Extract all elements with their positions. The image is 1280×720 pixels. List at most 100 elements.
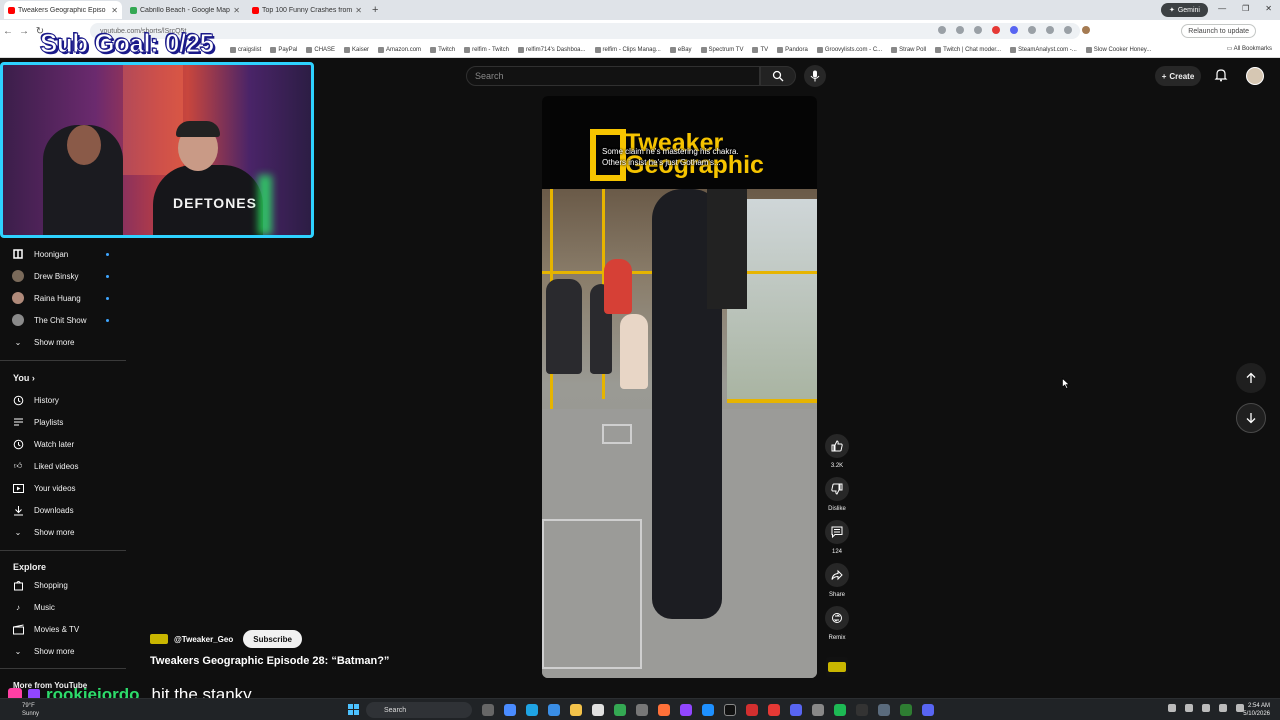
tab-close-icon[interactable]: ✕ — [233, 6, 240, 15]
bookmark-star-icon[interactable] — [974, 26, 982, 34]
edge-icon[interactable] — [526, 704, 538, 716]
search-button[interactable] — [760, 66, 796, 86]
extension-icon[interactable] — [992, 26, 1000, 34]
app-icon[interactable] — [812, 704, 824, 716]
bookmark-item[interactable]: craigslist — [230, 46, 261, 53]
network-icon[interactable] — [1202, 704, 1210, 712]
app-icon[interactable] — [636, 704, 648, 716]
zoom-icon[interactable] — [938, 26, 946, 34]
sidebar-item-drew-binsky[interactable]: Drew Binsky — [12, 268, 109, 284]
search-input[interactable]: Search — [466, 66, 760, 86]
tab-google-maps[interactable]: Cabrillo Beach - Google Maps ✕ — [126, 1, 244, 19]
bookmark-item[interactable]: Twitch | Chat moder... — [935, 46, 1001, 53]
sidebar-item-downloads[interactable]: Downloads — [12, 502, 74, 518]
remix-button[interactable]: Remix — [822, 606, 852, 641]
tab-tweakers-geographic[interactable]: Tweakers Geographic Episo ✕ — [4, 1, 122, 19]
bookmark-item[interactable]: Amazon.com — [378, 46, 421, 53]
sidebar-item-liked-videos[interactable]: 👍︎ Liked videos — [12, 458, 79, 474]
bookmark-item[interactable]: Groovylists.com - C... — [816, 46, 882, 53]
sidebar-item-history[interactable]: History — [12, 392, 59, 408]
extension-icon[interactable] — [1010, 26, 1018, 34]
spotify-icon[interactable] — [834, 704, 846, 716]
bookmark-item[interactable]: SteamAnalyst.com -... — [1010, 46, 1077, 53]
bookmark-item[interactable]: eBay — [669, 46, 692, 53]
dislike-button[interactable]: Dislike — [822, 477, 852, 512]
account-avatar[interactable] — [1246, 67, 1264, 85]
tray-chevron-icon[interactable] — [1168, 704, 1176, 712]
video-title[interactable]: Tweakers Geographic Episode 28: “Batman?… — [150, 655, 389, 667]
bookmark-item[interactable]: Straw Poll — [891, 46, 926, 53]
bookmark-item[interactable]: PayPal — [270, 46, 297, 53]
volume-icon[interactable] — [1219, 704, 1227, 712]
profile-avatar-icon[interactable] — [1082, 26, 1090, 34]
weather-widget[interactable]: 79°F Sunny — [22, 702, 39, 718]
gemini-button[interactable]: ✦ Gemini — [1160, 3, 1208, 17]
sidebar-item-raina-huang[interactable]: Raina Huang — [12, 290, 109, 306]
voice-search-button[interactable] — [804, 65, 826, 87]
taskbar-clock[interactable]: 2:54 AM 5/10/2026 — [1243, 702, 1270, 718]
relaunch-button[interactable]: Relaunch to update — [1181, 24, 1256, 38]
app-icon[interactable] — [878, 704, 890, 716]
app-icon[interactable] — [900, 704, 912, 716]
bookmark-item[interactable]: relfim - Clips Manag... — [594, 46, 661, 53]
show-more-you[interactable]: ⌄ Show more — [12, 524, 75, 540]
bookmark-item[interactable]: CHASE — [306, 46, 335, 53]
bookmark-item[interactable]: relfim - Twitch — [464, 46, 509, 53]
close-window-icon[interactable]: ✕ — [1265, 4, 1272, 13]
shorts-video-player[interactable]: Tweaker Geographic Some claim he's master… — [542, 96, 817, 678]
sidebar-item-shopping[interactable]: Shopping — [12, 577, 68, 593]
onedrive-icon[interactable] — [1185, 704, 1193, 712]
task-view-icon[interactable] — [482, 704, 494, 716]
tab-funny-crashes[interactable]: Top 100 Funny Crashes from Ro ✕ — [248, 1, 366, 19]
bookmark-item[interactable]: Twitch — [430, 46, 455, 53]
show-more-explore[interactable]: ⌄ Show more — [12, 643, 75, 659]
taskbar-search[interactable]: Search — [366, 702, 472, 718]
notifications-bell-icon[interactable] — [1214, 68, 1228, 82]
url-field[interactable]: youtube.com/shorts/lSrcQ5t — [90, 23, 1080, 39]
extensions-puzzle-icon[interactable] — [1028, 26, 1036, 34]
channel-logo[interactable] — [150, 634, 168, 644]
create-button[interactable]: + Create — [1155, 66, 1201, 86]
subscribe-button[interactable]: Subscribe — [243, 630, 302, 648]
all-bookmarks-button[interactable]: ▭ All Bookmarks — [1227, 45, 1272, 52]
bookmark-item[interactable]: Spectrum TV — [700, 46, 743, 53]
discord-icon[interactable] — [922, 704, 934, 716]
sidebar-item-the-chit-show[interactable]: The Chit Show — [12, 312, 109, 328]
windows-start-icon[interactable] — [348, 704, 359, 715]
downloads-icon[interactable] — [1064, 26, 1072, 34]
bookmark-item[interactable]: Slow Cooker Honey... — [1085, 46, 1151, 53]
sound-channel-thumbnail[interactable] — [826, 657, 848, 677]
store-icon[interactable] — [548, 704, 560, 716]
app-icon[interactable] — [768, 704, 780, 716]
app-icon[interactable] — [790, 704, 802, 716]
install-icon[interactable] — [956, 26, 964, 34]
bookmark-item[interactable]: relfim714's Dashboa... — [517, 46, 586, 53]
app-icon[interactable] — [856, 704, 868, 716]
like-button[interactable]: 3.2K — [822, 434, 852, 469]
tab-close-icon[interactable]: ✕ — [111, 6, 118, 15]
copilot-icon[interactable] — [504, 704, 516, 716]
app-icon[interactable] — [746, 704, 758, 716]
sidebar-item-hoonigan[interactable]: Hoonigan — [12, 246, 109, 262]
minimize-icon[interactable]: — — [1218, 4, 1226, 13]
file-explorer-icon[interactable] — [570, 704, 582, 716]
comments-button[interactable]: 124 — [822, 520, 852, 555]
chrome-icon[interactable] — [614, 704, 626, 716]
restore-icon[interactable]: ❐ — [1242, 4, 1249, 13]
next-short-button[interactable] — [1236, 403, 1266, 433]
sidebar-item-playlists[interactable]: Playlists — [12, 414, 63, 430]
sidebar-item-watch-later[interactable]: Watch later — [12, 436, 74, 452]
share-button[interactable]: Share — [822, 563, 852, 598]
show-more-subscriptions[interactable]: ⌄ Show more — [12, 334, 75, 350]
app-icon[interactable] — [592, 704, 604, 716]
previous-short-button[interactable] — [1236, 363, 1266, 393]
channel-handle[interactable]: @Tweaker_Geo — [174, 635, 233, 644]
firefox-icon[interactable] — [658, 704, 670, 716]
app-icon[interactable] — [702, 704, 714, 716]
sidebar-item-your-videos[interactable]: Your videos — [12, 480, 76, 496]
sidebar-item-movies-tv[interactable]: Movies & TV — [12, 621, 79, 637]
back-icon[interactable]: ← — [0, 26, 16, 37]
tab-close-icon[interactable]: ✕ — [355, 6, 362, 15]
bookmark-item[interactable]: Kaiser — [344, 46, 369, 53]
you-section-header[interactable]: You › — [13, 373, 35, 383]
